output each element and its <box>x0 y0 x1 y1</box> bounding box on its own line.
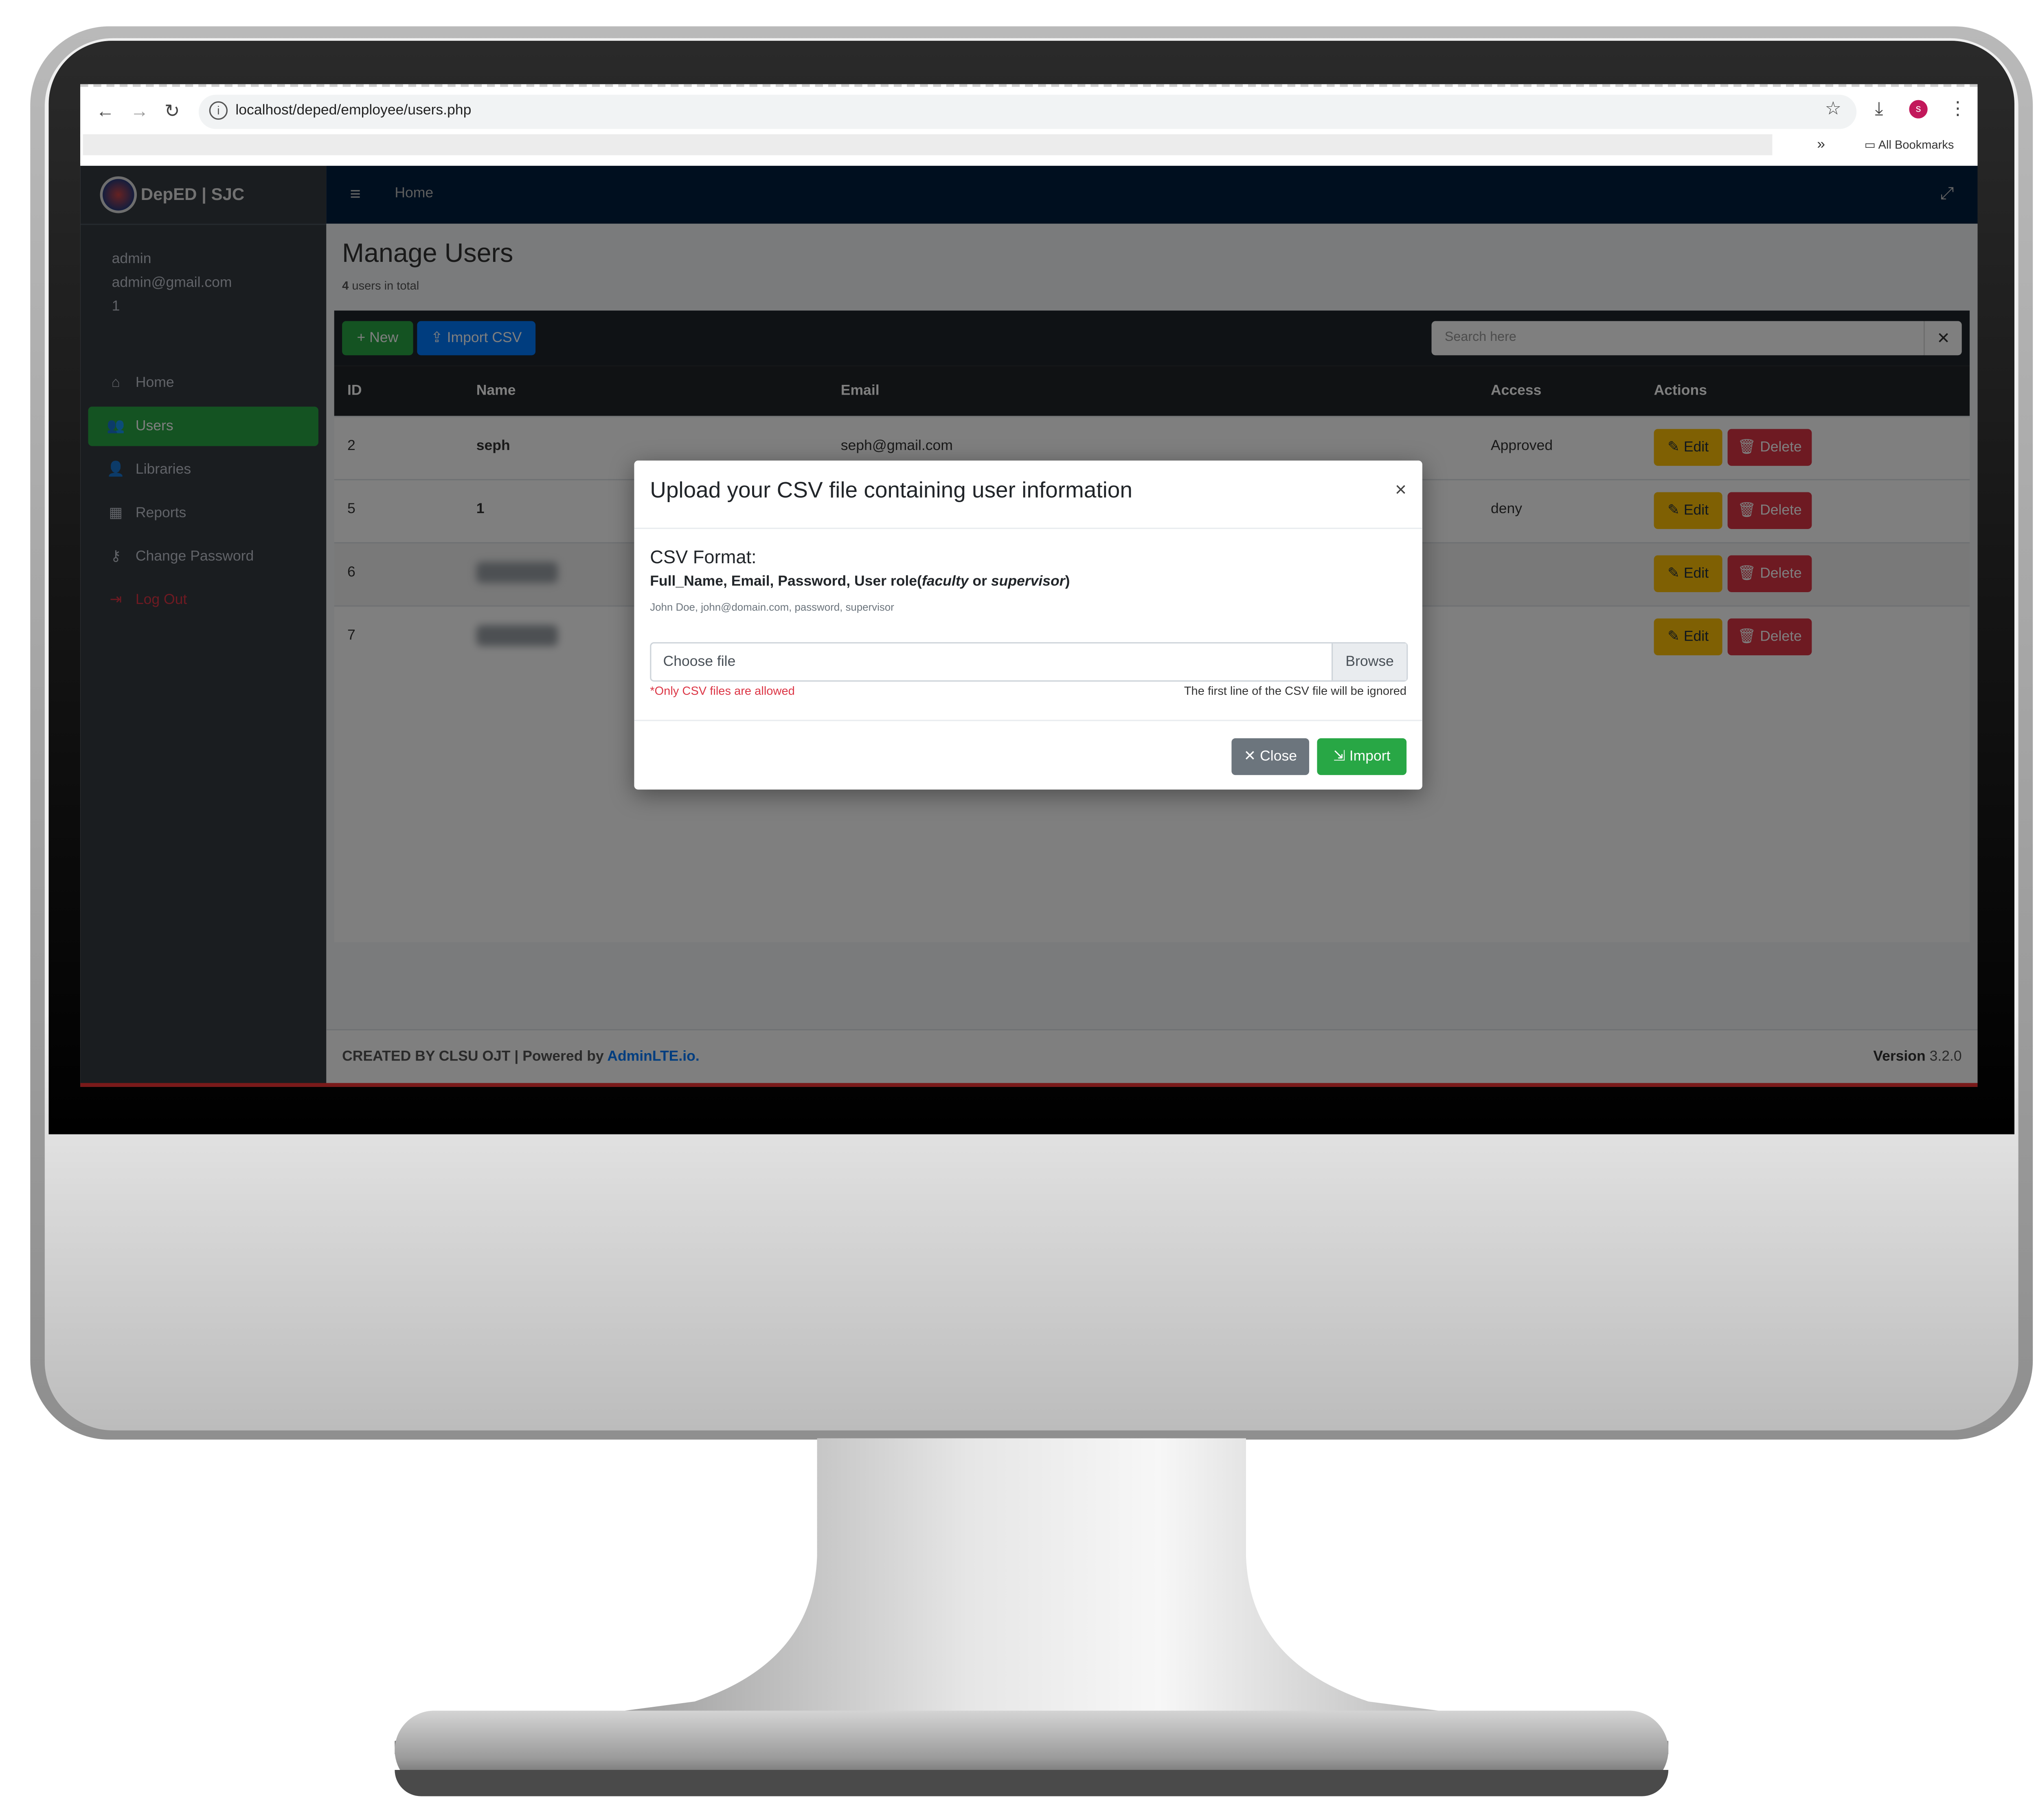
profile-avatar[interactable]: s <box>1909 100 1928 119</box>
monitor-stand <box>395 1438 1669 1754</box>
import-button[interactable]: ⇲ Import <box>1317 738 1407 775</box>
import-csv-modal: Upload your CSV file containing user inf… <box>634 460 1422 790</box>
bookmarks-bar: » ▭ All Bookmarks <box>80 134 1978 163</box>
close-label: Close <box>1260 749 1297 765</box>
bookmarks-strip <box>83 134 1773 156</box>
close-icon[interactable]: × <box>1395 479 1406 501</box>
csv-file-input[interactable]: Choose file Browse <box>650 642 1408 682</box>
csv-format-example: John Doe, john@domain.com, password, sup… <box>650 601 894 613</box>
columns-text: Full_Name, Email, Password, User role( <box>650 573 922 590</box>
modal-title: Upload your CSV file containing user inf… <box>650 477 1132 503</box>
role-or: or <box>968 573 991 590</box>
bookmark-star-icon[interactable]: ☆ <box>1825 97 1842 120</box>
reload-icon[interactable]: ↻ <box>165 100 180 123</box>
x-icon: ✕ <box>1244 749 1260 765</box>
folder-icon: ▭ <box>1864 138 1878 151</box>
browser-menu-icon[interactable]: ⋮ <box>1948 97 1967 120</box>
url-text: localhost/deped/employee/users.php <box>235 103 472 119</box>
bookmarks-more-button[interactable]: » <box>1817 137 1825 153</box>
browse-button[interactable]: Browse <box>1331 643 1407 681</box>
columns-close: ) <box>1065 573 1070 590</box>
role-supervisor: supervisor <box>991 573 1065 590</box>
file-input-placeholder: Choose file <box>663 654 736 670</box>
csv-only-note: *Only CSV files are allowed <box>650 684 795 698</box>
modal-footer: ✕ Close ⇲ Import <box>634 720 1422 790</box>
role-faculty: faculty <box>921 573 969 590</box>
back-icon[interactable]: ← <box>96 100 114 121</box>
download-icon[interactable]: ⤓ <box>1875 97 1883 120</box>
csv-format-columns: Full_Name, Email, Password, User role(fa… <box>650 574 1070 590</box>
address-bar[interactable]: i localhost/deped/employee/users.php <box>198 94 1857 129</box>
first-line-note: The first line of the CSV file will be i… <box>1184 684 1407 698</box>
import-label: Import <box>1349 749 1391 765</box>
all-bookmarks-label: All Bookmarks <box>1878 138 1954 151</box>
close-button[interactable]: ✕ Close <box>1231 738 1310 775</box>
screen: ← → ↻ i localhost/deped/employee/users.p… <box>80 84 1978 1087</box>
modal-header: Upload your CSV file containing user inf… <box>634 461 1422 529</box>
file-import-icon: ⇲ <box>1333 749 1349 765</box>
taskbar-edge <box>80 1083 1978 1087</box>
csv-format-heading: CSV Format: <box>650 546 757 567</box>
all-bookmarks-button[interactable]: ▭ All Bookmarks <box>1865 138 1954 153</box>
site-info-icon[interactable]: i <box>209 101 228 120</box>
forward-icon[interactable]: → <box>130 100 149 121</box>
browser-toolbar: ← → ↻ i localhost/deped/employee/users.p… <box>80 84 1978 137</box>
monitor-base-edge <box>395 1770 1669 1796</box>
